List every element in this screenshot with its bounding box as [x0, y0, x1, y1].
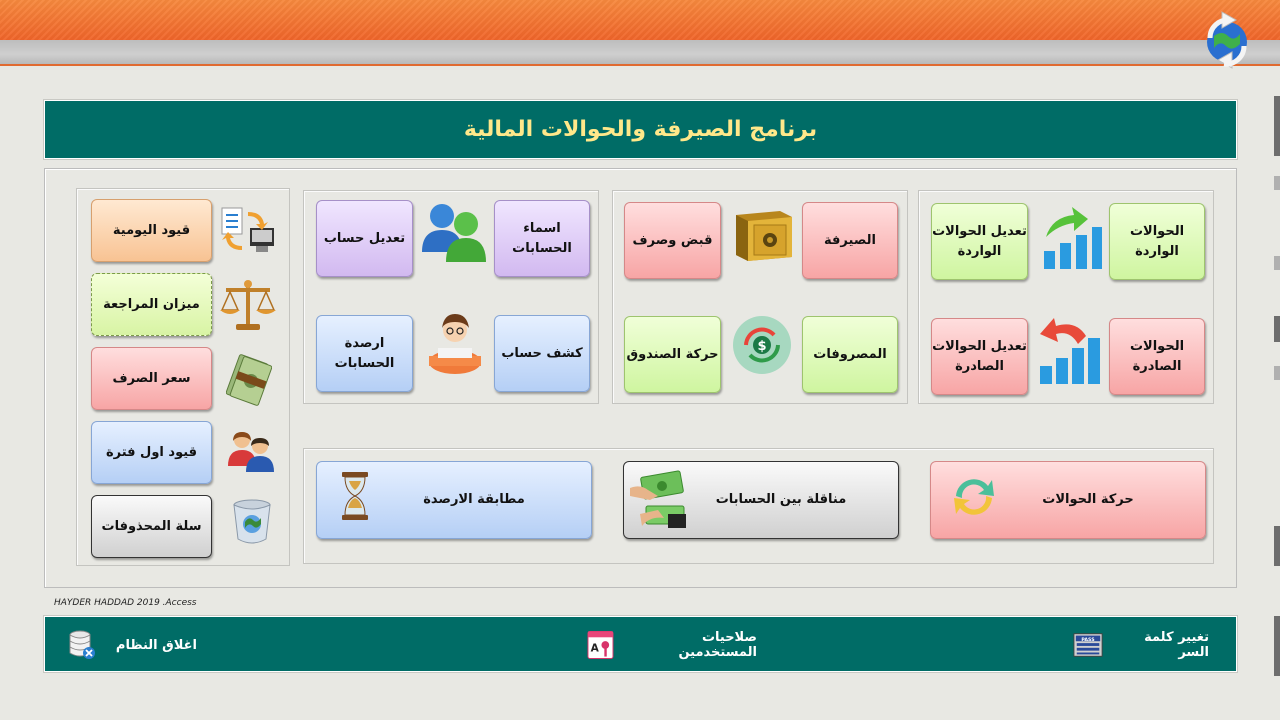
users-icon: [422, 204, 486, 262]
right-edge-strip: [1272, 96, 1280, 676]
footer-bar: تغيير كلمة السر PASS صلاحيات المستخدمين …: [44, 616, 1237, 672]
edit-outgoing-transfers-button[interactable]: تعديل الحوالات الصادرة: [931, 318, 1028, 395]
chart-down-arrow-icon: [1040, 318, 1100, 384]
database-close-icon: [69, 630, 95, 659]
svg-text:$: $: [757, 339, 766, 354]
cashbox-movement-button[interactable]: حركة الصندوق: [624, 316, 721, 393]
recycle-bin-icon: [233, 499, 271, 544]
recycle-bin-button[interactable]: سلة المحذوفات: [91, 495, 212, 558]
people-icon: [228, 432, 274, 472]
close-system-label: اغلاق النظام: [115, 637, 197, 653]
account-transfer-label: مناقلة بين الحسابات: [715, 492, 847, 508]
top-gray-bar: [0, 40, 1280, 66]
transfers-movement-label: حركة الحوالات: [1042, 492, 1134, 508]
trial-balance-button[interactable]: ميزان المراجعة: [91, 273, 212, 336]
pass-label: PASS: [1081, 637, 1095, 643]
title-bar: برنامج الصيرفة والحوالات المالية: [44, 100, 1237, 159]
account-names-button[interactable]: اسماء الحسابات: [494, 200, 590, 277]
user-permissions-label: صلاحيات المستخدمين: [678, 630, 757, 660]
expenses-button[interactable]: المصروفات: [802, 316, 898, 393]
edit-incoming-transfers-button[interactable]: تعديل الحوالات الواردة: [931, 203, 1028, 280]
hourglass-icon: [342, 472, 368, 520]
exchange-button[interactable]: الصيرفة: [802, 202, 898, 279]
change-password-label: تغيير كلمة السر: [1144, 630, 1209, 660]
cash-cycle-icon: $: [733, 316, 791, 374]
key-permissions-icon: A: [587, 631, 614, 659]
outgoing-transfers-button[interactable]: الحوالات الصادرة: [1109, 318, 1205, 395]
globe-refresh-icon[interactable]: [1200, 8, 1254, 72]
receipts-payments-button[interactable]: قبض وصرف: [624, 202, 721, 279]
money-hands-icon: [630, 470, 686, 528]
close-system-button[interactable]: اغلاق النظام: [67, 617, 197, 673]
account-balances-button[interactable]: ارصدة الحسابات: [316, 315, 413, 392]
balance-match-label: مطابقة الارصدة: [423, 492, 525, 508]
document-sync-icon: [221, 207, 274, 252]
money-stack-icon: [226, 354, 272, 406]
change-password-button[interactable]: تغيير كلمة السر PASS: [1073, 617, 1209, 673]
credit-text: HAYDER HADDAD 2019 .Access: [54, 598, 197, 608]
edit-account-button[interactable]: تعديل حساب: [316, 200, 413, 277]
svg-text:A: A: [591, 643, 600, 655]
opening-entries-button[interactable]: قيود اول فترة: [91, 421, 212, 484]
app-title: برنامج الصيرفة والحوالات المالية: [463, 117, 818, 142]
daily-entries-button[interactable]: قيود اليومية: [91, 199, 212, 262]
incoming-transfers-button[interactable]: الحوالات الواردة: [1109, 203, 1205, 280]
balance-scale-icon: [220, 280, 276, 330]
safe-icon: [736, 211, 792, 261]
accountant-icon: [429, 314, 481, 374]
user-permissions-button[interactable]: صلاحيات المستخدمين A: [587, 617, 757, 673]
chart-up-arrow-icon: [1044, 207, 1102, 269]
account-statement-button[interactable]: كشف حساب: [494, 315, 590, 392]
top-orange-bar: [0, 0, 1280, 40]
password-icon: PASS: [1073, 633, 1103, 657]
refresh-arrows-icon: [954, 479, 994, 515]
exchange-rate-button[interactable]: سعر الصرف: [91, 347, 212, 410]
